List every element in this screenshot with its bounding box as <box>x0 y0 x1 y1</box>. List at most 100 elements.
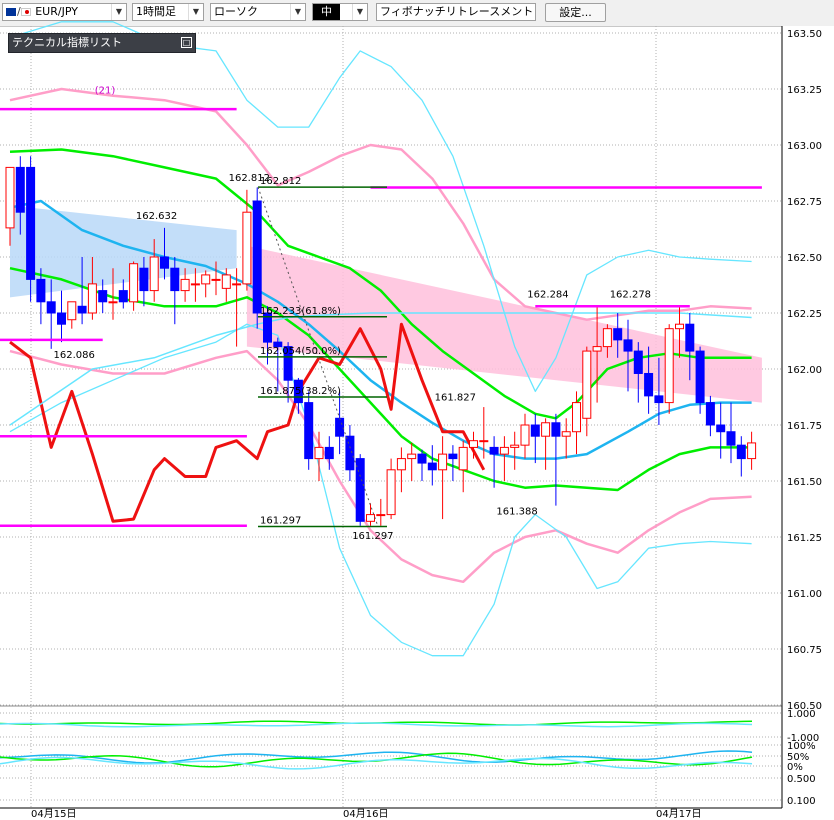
price-annotation: (21) <box>95 85 116 96</box>
price-annotation: 162.284 <box>527 289 568 300</box>
chart-grid <box>0 26 782 808</box>
candle-bull <box>108 301 118 304</box>
candle-bear <box>427 462 437 471</box>
candle-bear <box>695 350 705 404</box>
candle-bull <box>149 256 159 292</box>
candle-bull <box>520 424 530 446</box>
candle-bull <box>201 274 211 285</box>
x-tick-label: 04月16日 <box>343 808 388 820</box>
candle-bull <box>211 278 221 281</box>
candle-bull <box>314 446 324 460</box>
price-chart[interactable]: 162.812 162.233(61.8%) 162.054(50.0%) 161.8… <box>0 0 834 820</box>
candle-bull <box>561 431 571 437</box>
y-tick-label: 163.25 <box>787 85 822 96</box>
candle-bear <box>304 402 314 460</box>
candle-bear <box>716 424 726 433</box>
maximize-icon[interactable]: □ <box>181 37 192 48</box>
candle-bear <box>654 395 664 404</box>
price-annotation: 162.278 <box>610 289 651 300</box>
candle-bull <box>592 346 602 352</box>
candle-bull <box>438 453 448 471</box>
y-tick-label: 161.50 <box>787 477 822 488</box>
fib-level-label: 162.233(61.8%) <box>260 306 341 317</box>
candle-bull <box>479 440 489 443</box>
candle-bull <box>499 446 509 455</box>
candle-bear <box>15 166 25 213</box>
candle-bear <box>726 431 736 446</box>
y-tick-label: 160.75 <box>787 645 822 656</box>
candle-bear <box>448 453 458 460</box>
candle-bear <box>530 424 540 437</box>
candle-bull <box>675 323 684 330</box>
price-annotation: 162.812 <box>229 173 270 184</box>
candle-bull <box>5 166 15 229</box>
candle-bull <box>396 458 406 471</box>
y-tick-label: 162.75 <box>787 197 822 208</box>
fib-level-label: 161.875(38.2%) <box>260 386 341 397</box>
candle-bull <box>572 402 581 433</box>
candle-bear <box>252 200 262 314</box>
y-tick-label: 162.00 <box>787 365 822 376</box>
candle-bear <box>139 267 149 292</box>
price-annotation: 162.632 <box>136 211 177 222</box>
y-tick-label: 162.50 <box>787 253 822 264</box>
y-tick-label: 161.75 <box>787 421 822 432</box>
y-tick-label: 163.00 <box>787 141 822 152</box>
candle-bull <box>747 442 757 460</box>
candle-bear <box>644 372 654 397</box>
sub-axis-label: 0% <box>787 762 803 773</box>
candle-bull <box>242 211 252 285</box>
candle-bear <box>98 290 108 303</box>
candle-bear <box>705 402 715 426</box>
x-tick-label: 04月15日 <box>31 808 76 820</box>
y-tick-label: 162.25 <box>787 309 822 320</box>
candle-bear <box>118 290 128 303</box>
candle-bear <box>551 422 561 437</box>
price-annotation: 161.827 <box>435 392 476 403</box>
candle-bull <box>469 440 478 448</box>
candle-bear <box>736 444 746 460</box>
y-tick-label: 161.00 <box>787 589 822 600</box>
candle-bull <box>407 453 417 460</box>
sub-axis-label: 100% <box>787 741 816 752</box>
candle-bear <box>160 256 169 269</box>
candle-bear <box>335 417 345 437</box>
candle-bull <box>541 422 551 437</box>
candle-bull <box>386 469 396 516</box>
y-tick-label: 161.25 <box>787 533 822 544</box>
candle-bull <box>232 283 242 286</box>
candle-bear <box>685 323 695 352</box>
candle-bear <box>345 435 355 471</box>
candle-bull <box>129 263 139 303</box>
candle-bear <box>417 453 427 464</box>
candle-bull <box>87 283 97 314</box>
candle-bear <box>633 350 643 374</box>
price-annotation: 162.086 <box>54 350 95 361</box>
candle-bear <box>26 166 36 280</box>
candle-bear <box>489 446 499 455</box>
sub-axis-label: 1.000 <box>787 709 816 720</box>
candle-bear <box>57 312 66 325</box>
price-annotation: 161.297 <box>352 531 393 542</box>
candle-bull <box>458 446 468 471</box>
price-annotation: 161.388 <box>496 507 537 518</box>
sub-axis-label: 0.100 <box>787 796 816 807</box>
candle-bear <box>170 267 180 292</box>
candle-bull <box>180 278 190 292</box>
candle-bull <box>376 514 386 517</box>
candle-bear <box>623 339 633 352</box>
candle-bull <box>221 274 231 289</box>
candle-bull <box>582 350 592 419</box>
x-tick-label: 04月17日 <box>656 808 701 820</box>
candle-bear <box>355 458 365 522</box>
candle-bull <box>510 444 520 448</box>
candle-bear <box>36 278 46 303</box>
time-axis: 04月15日 04月16日 04月17日 <box>0 807 782 820</box>
indicator-list-panel[interactable]: テクニカル指標リスト □ <box>8 33 196 53</box>
candle-bull <box>67 301 77 321</box>
candle-bull <box>190 283 200 286</box>
candle-bull <box>602 328 612 348</box>
cloud-area <box>246 245 762 403</box>
y-tick-label: 163.50 <box>787 29 822 40</box>
candle-bear <box>613 328 623 341</box>
